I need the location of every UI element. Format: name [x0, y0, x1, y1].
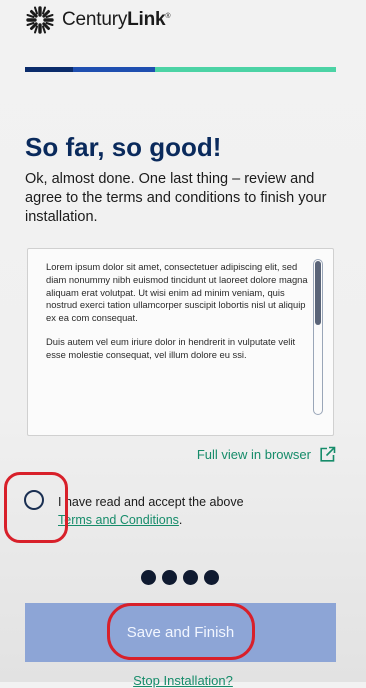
progress-segment-done	[25, 67, 73, 72]
progress-segment-current	[73, 67, 155, 72]
accept-suffix: .	[178, 513, 183, 527]
installation-progress-bar	[25, 67, 336, 72]
terms-paragraph: Duis autem vel eum iriure dolor in hendr…	[46, 335, 296, 360]
terms-text-box[interactable]: Lorem ipsum dolor sit amet, consectetuer…	[27, 248, 334, 436]
terms-content: Lorem ipsum dolor sit amet, consectetuer…	[46, 261, 310, 373]
full-view-in-browser-link[interactable]: Full view in browser	[197, 446, 336, 463]
app-header: CenturyLink®	[24, 4, 171, 36]
external-link-icon	[320, 446, 336, 462]
pagination-dot	[183, 570, 198, 585]
progress-segment-remaining	[155, 67, 336, 72]
full-view-label: Full view in browser	[196, 447, 311, 462]
trademark-symbol: ®	[165, 13, 171, 20]
pagination-dot	[204, 570, 219, 585]
accept-terms-label: I have read and accept the above Terms a…	[58, 493, 244, 529]
brand-name-light: Century	[62, 9, 128, 30]
brand-logo-text: CenturyLink®	[62, 9, 171, 31]
pagination-dots	[141, 570, 219, 585]
intro-text: Ok, almost done. One last thing – review…	[25, 171, 327, 225]
page-title: So far, so good!	[25, 132, 222, 162]
accept-text: I have read and accept the above	[58, 495, 244, 509]
centurylink-starburst-icon	[26, 6, 54, 34]
brand-name-bold: Link	[127, 9, 166, 30]
terms-scrollbar-track[interactable]	[313, 259, 323, 415]
pagination-dot	[141, 570, 156, 585]
stop-installation-link[interactable]: Stop Installation?	[0, 673, 366, 688]
terms-paragraph: Lorem ipsum dolor sit amet, consectetuer…	[46, 261, 308, 324]
save-and-finish-button[interactable]: Save and Finish	[25, 603, 336, 662]
terms-scrollbar-thumb[interactable]	[315, 261, 321, 325]
pagination-dot	[162, 570, 177, 585]
accept-terms-radio[interactable]	[24, 490, 44, 510]
accept-terms-row: I have read and accept the above Terms a…	[24, 490, 334, 530]
terms-and-conditions-link[interactable]: Terms and Conditions	[58, 513, 179, 527]
